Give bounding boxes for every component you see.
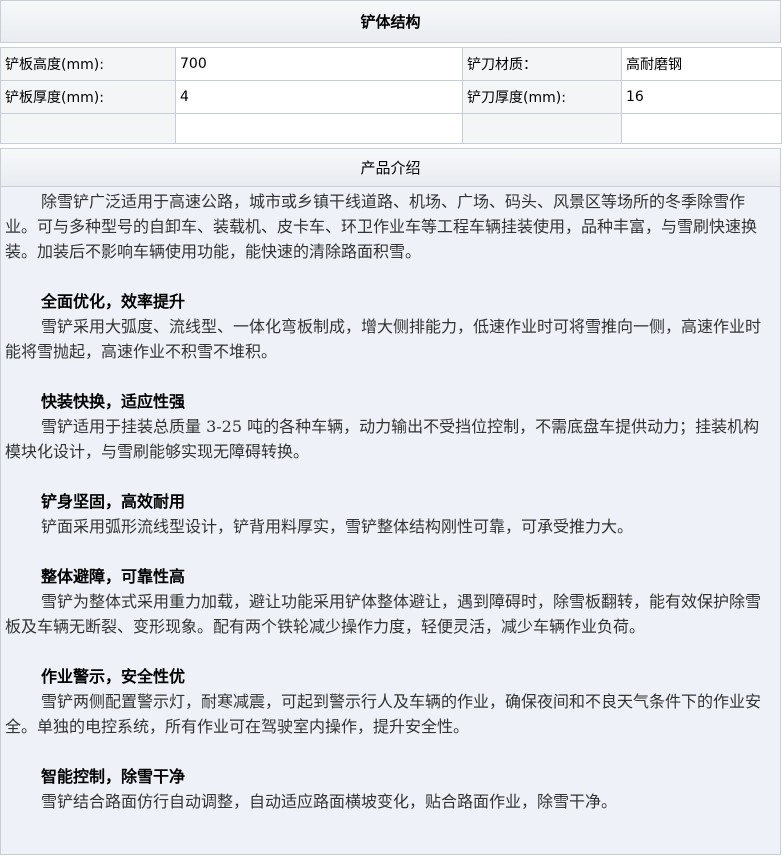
spec-value-empty [621,113,782,144]
feature-text: 雪铲适用于挂装总质量 3-25 吨的各种车辆，动力输出不受挡位控制，不需底盘车提… [5,417,760,461]
spec-label: 铲板高度(mm): [0,47,176,81]
feature-heading: 智能控制，除雪干净 [41,767,186,786]
intro-body: 除雪铲广泛适用于高速公路，城市或乡镇干线道路、机场、广场、码头、风景区等场所的冬… [0,187,781,855]
product-detail-panel: 铲体结构 铲板高度(mm): 700 铲刀材质： 高耐磨钢 铲板厚度(mm): … [0,0,782,855]
table-row: 铲板厚度(mm): 4 铲刀厚度(mm): 16 [0,80,782,114]
spec-value: 高耐磨钢 [621,47,782,81]
spec-value: 4 [175,80,463,114]
feature-text: 雪铲采用大弧度、流线型、一体化弯板制成，增大侧排能力，低速作业时可将雪推向一侧，… [5,317,762,361]
table-row: 铲板高度(mm): 700 铲刀材质： 高耐磨钢 [0,47,782,81]
structure-title: 铲体结构 [0,0,781,43]
spec-value-empty [175,113,463,144]
feature-text: 铲面采用弧形流线型设计，铲背用料厚实，雪铲整体结构刚性可靠，可承受推力大。 [41,517,634,536]
feature-heading: 整体避障，可靠性高 [41,567,186,586]
table-row-empty [0,113,782,144]
spec-value: 16 [621,80,782,114]
spec-label: 铲刀厚度(mm): [462,80,622,114]
feature-text: 雪铲为整体式采用重力加载，避让功能采用铲体整体避让，遇到障碍时，除雪板翻转，能有… [5,592,762,636]
feature-text: 雪铲结合路面仿行自动调整，自动适应路面横坡变化，贴合路面作业，除雪干净。 [41,792,618,811]
spec-value: 700 [175,47,463,81]
feature-heading: 快装快换，适应性强 [41,392,186,411]
intro-lead: 除雪铲广泛适用于高速公路，城市或乡镇干线道路、机场、广场、码头、风景区等场所的冬… [5,192,758,261]
spec-label-empty [0,113,176,144]
feature-heading: 作业警示，安全性优 [41,667,186,686]
intro-title: 产品介绍 [0,148,781,187]
spec-label: 铲板厚度(mm): [0,80,176,114]
spec-label-empty [462,113,622,144]
spec-table: 铲板高度(mm): 700 铲刀材质： 高耐磨钢 铲板厚度(mm): 4 铲刀厚… [0,47,782,144]
feature-heading: 全面优化，效率提升 [41,292,186,311]
feature-text: 雪铲两侧配置警示灯，耐寒减震，可起到警示行人及车辆的作业，确保夜间和不良天气条件… [5,692,762,736]
feature-heading: 铲身坚固，高效耐用 [41,492,186,511]
spec-label: 铲刀材质： [462,47,622,81]
